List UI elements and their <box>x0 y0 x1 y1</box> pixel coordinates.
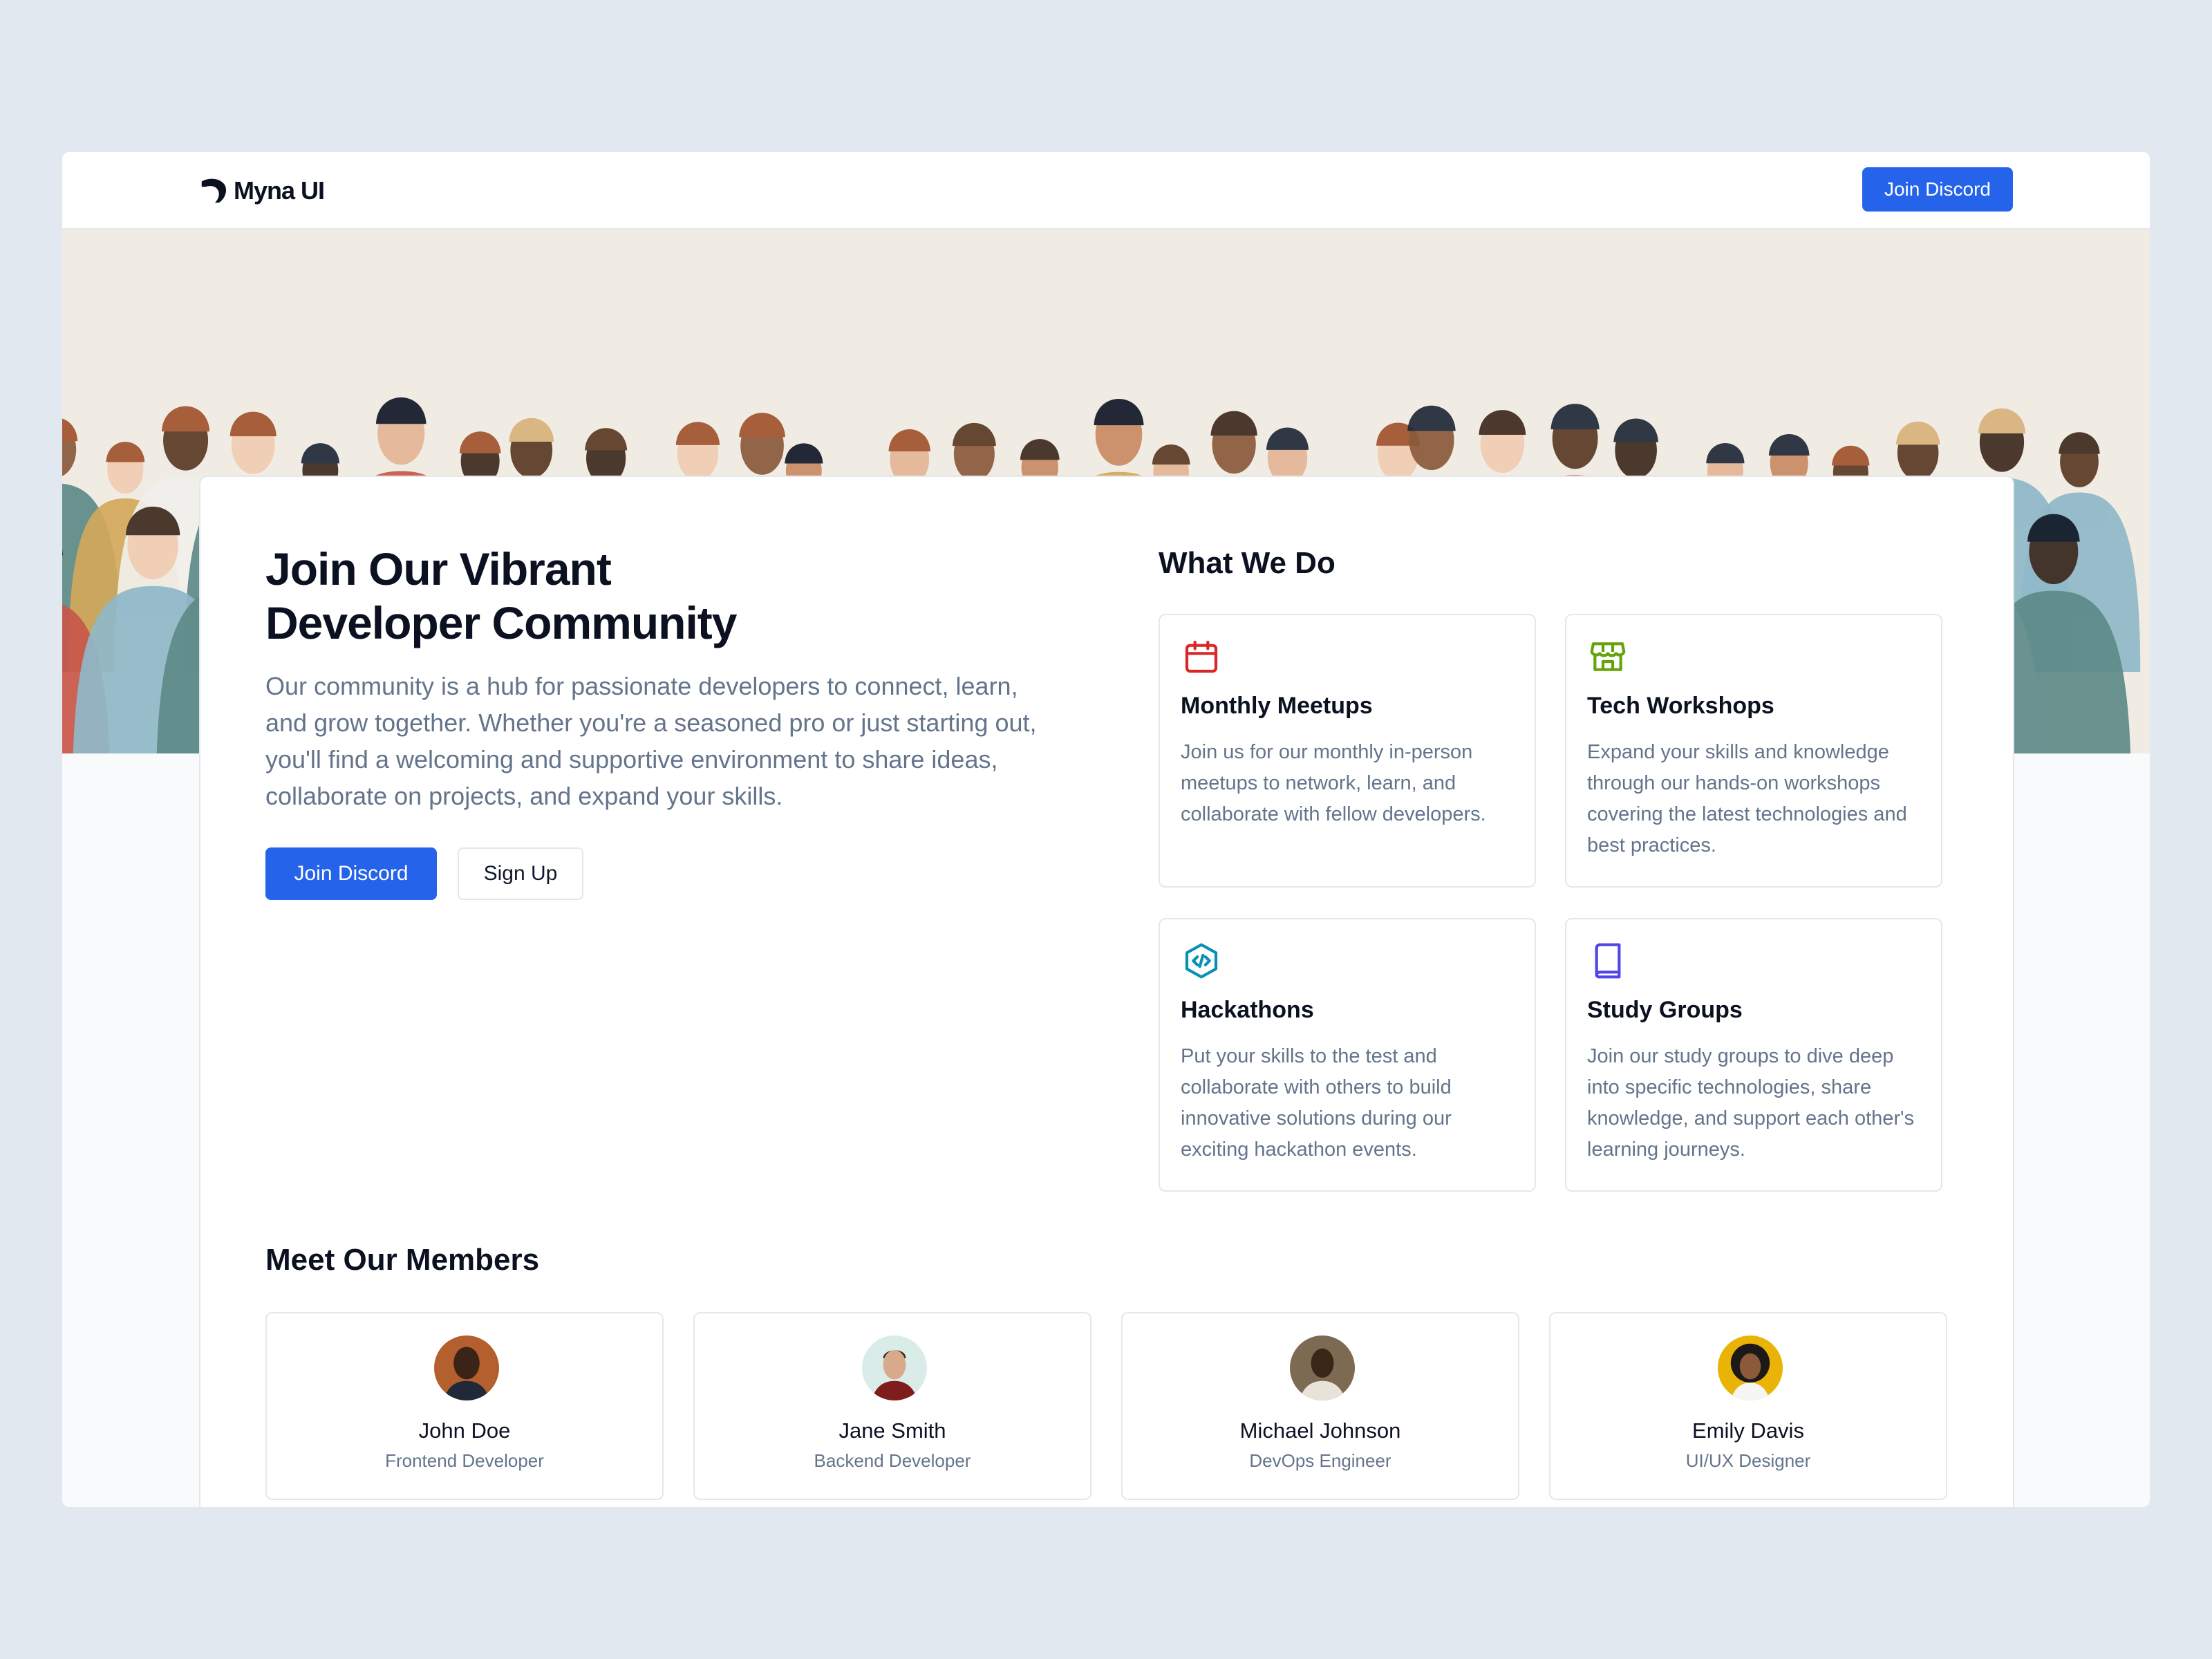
feature-card-monthly-meetups[interactable]: Monthly Meetups Join us for our monthly … <box>1159 614 1536 888</box>
brand-name: Myna UI <box>234 176 325 205</box>
myna-logo-icon <box>201 178 227 203</box>
hero-title-line-1: Join Our Vibrant <box>265 543 612 594</box>
feature-description: Join our study groups to dive deep into … <box>1587 1045 1915 1161</box>
nav-join-discord-button[interactable]: Join Discord <box>1862 167 2013 212</box>
join-discord-button[interactable]: Join Discord <box>265 847 437 900</box>
member-role: UI/UX Designer <box>1685 1450 1811 1471</box>
member-card-jane-smith[interactable]: Jane Smith Backend Developer <box>693 1312 1091 1500</box>
feature-card-tech-workshops[interactable]: Tech Workshops Expand your skills and kn… <box>1565 614 1942 888</box>
member-role: DevOps Engineer <box>1249 1450 1391 1471</box>
feature-description: Put your skills to the test and collabor… <box>1181 1045 1452 1161</box>
member-name: Emily Davis <box>1692 1418 1804 1443</box>
feature-description: Join us for our monthly in-person meetup… <box>1181 741 1486 825</box>
member-name: Michael Johnson <box>1239 1418 1401 1443</box>
feature-title: Hackathons <box>1181 997 1314 1023</box>
hero-title: Join Our Vibrant Developer Community <box>265 542 1026 650</box>
browser-window: Myna UI Join Discord Join Our Vibrant De… <box>61 151 2151 1508</box>
member-role: Frontend Developer <box>385 1450 544 1471</box>
member-name: John Doe <box>418 1418 511 1443</box>
feature-card-study-groups[interactable]: Study Groups Join our study groups to di… <box>1565 918 1942 1192</box>
feature-title: Monthly Meetups <box>1181 693 1373 719</box>
avatar <box>1718 1335 1783 1400</box>
feature-card-hackathons[interactable]: Hackathons Put your skills to the test a… <box>1159 918 1536 1192</box>
meet-members-title: Meet Our Members <box>265 1243 540 1277</box>
avatar <box>434 1335 499 1400</box>
member-name: Jane Smith <box>838 1418 946 1443</box>
member-card-emily-davis[interactable]: Emily Davis UI/UX Designer <box>1549 1312 1947 1500</box>
brand-logo[interactable]: Myna UI <box>198 173 325 209</box>
feature-title: Study Groups <box>1587 997 1743 1023</box>
hero-title-line-2: Developer Community <box>265 597 737 648</box>
hero-description: Our community is a hub for passionate de… <box>265 672 1037 810</box>
code-hexagon-icon <box>1185 943 1218 979</box>
store-icon <box>1590 642 1626 671</box>
avatar <box>862 1335 927 1400</box>
what-we-do-title: What We Do <box>1159 546 1335 580</box>
member-role: Backend Developer <box>814 1450 971 1471</box>
member-card-john-doe[interactable]: John Doe Frontend Developer <box>265 1312 664 1500</box>
feature-title: Tech Workshops <box>1587 693 1774 719</box>
book-icon <box>1595 943 1621 979</box>
feature-description: Expand your skills and knowledge through… <box>1587 741 1907 856</box>
avatar <box>1290 1335 1355 1400</box>
top-navbar: Myna UI Join Discord <box>62 152 2150 229</box>
sign-up-button[interactable]: Sign Up <box>458 847 583 900</box>
member-card-michael-johnson[interactable]: Michael Johnson DevOps Engineer <box>1121 1312 1519 1500</box>
calendar-icon <box>1185 640 1218 673</box>
main-content-card: Join Our Vibrant Developer Community Our… <box>199 476 2014 1507</box>
